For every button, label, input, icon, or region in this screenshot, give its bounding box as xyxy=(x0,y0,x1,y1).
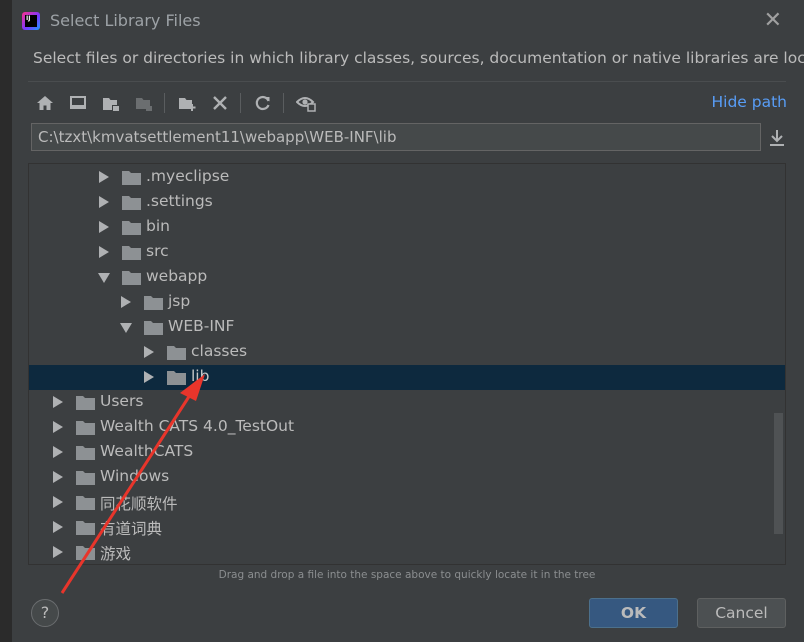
path-input[interactable]: C:\tzxt\kmvatsettlement11\webapp\WEB-INF… xyxy=(31,123,761,151)
folder-icon xyxy=(122,246,141,260)
tree-item-label: classes xyxy=(191,342,248,360)
tree-item[interactable]: classes xyxy=(29,340,785,365)
delete-icon[interactable] xyxy=(209,92,231,114)
background-window-strip xyxy=(0,0,12,642)
folder-icon xyxy=(122,221,141,235)
new-folder-icon[interactable] xyxy=(176,92,198,114)
home-icon[interactable] xyxy=(34,92,56,114)
tree-item[interactable]: .settings xyxy=(29,190,785,215)
toolbar-separator xyxy=(164,93,165,113)
show-hidden-icon[interactable] xyxy=(295,92,317,114)
tree-item[interactable]: WEB-INF xyxy=(29,315,785,340)
folder-icon xyxy=(76,446,95,460)
folder-icon xyxy=(76,396,95,410)
folder-icon xyxy=(122,171,141,185)
hide-path-link[interactable]: Hide path xyxy=(711,93,787,111)
drag-drop-hint: Drag and drop a file into the space abov… xyxy=(218,569,596,581)
tree-item-label: .myeclipse xyxy=(146,167,230,185)
tree-item-label: 游戏 xyxy=(100,545,132,563)
dialog-title: Select Library Files xyxy=(50,11,201,30)
tree-item[interactable]: 同花顺软件 xyxy=(29,490,785,515)
folder-icon xyxy=(122,271,141,285)
expand-right-icon[interactable] xyxy=(53,446,63,458)
refresh-icon[interactable] xyxy=(252,92,274,114)
folder-icon xyxy=(144,321,163,335)
title-bar: IJ Select Library Files ✕ xyxy=(12,0,804,44)
folder-icon xyxy=(122,196,141,210)
tree-item-label: WealthCATS xyxy=(100,442,194,460)
tree-item-label: bin xyxy=(146,217,170,235)
toolbar-separator xyxy=(240,93,241,113)
tree-item[interactable]: .myeclipse xyxy=(29,165,785,190)
expand-right-icon[interactable] xyxy=(99,171,109,183)
tree-item-label: 有道词典 xyxy=(100,520,163,538)
download-icon[interactable] xyxy=(766,127,788,149)
expand-right-icon[interactable] xyxy=(53,421,63,433)
expand-right-icon[interactable] xyxy=(53,396,63,408)
expand-right-icon[interactable] xyxy=(99,246,109,258)
expand-right-icon[interactable] xyxy=(53,496,63,508)
expand-right-icon[interactable] xyxy=(144,346,154,358)
tree-item[interactable]: WealthCATS xyxy=(29,440,785,465)
tree-item[interactable]: lib xyxy=(29,365,785,390)
desktop-icon[interactable] xyxy=(67,92,89,114)
tree-item[interactable]: Users xyxy=(29,390,785,415)
tree-item[interactable]: Wealth CATS 4.0_TestOut xyxy=(29,415,785,440)
expand-right-icon[interactable] xyxy=(53,471,63,483)
project-folder-icon[interactable] xyxy=(100,92,122,114)
tree-item-label: .settings xyxy=(146,192,213,210)
tree-item[interactable]: webapp xyxy=(29,265,785,290)
expand-right-icon[interactable] xyxy=(144,371,154,383)
tree-item[interactable]: 有道词典 xyxy=(29,515,785,540)
expand-right-icon[interactable] xyxy=(53,546,63,558)
folder-icon xyxy=(76,546,95,560)
intellij-app-icon: IJ xyxy=(22,12,40,30)
tree-item-label: WEB-INF xyxy=(168,317,235,335)
select-library-files-dialog: IJ Select Library Files ✕ Select files o… xyxy=(0,0,804,642)
tree-item-label: src xyxy=(146,242,169,260)
tree-item-label: jsp xyxy=(168,292,191,310)
ok-button[interactable]: OK xyxy=(589,598,678,628)
folder-icon xyxy=(76,471,95,485)
folder-icon xyxy=(76,521,95,535)
tree-item[interactable]: bin xyxy=(29,215,785,240)
tree-item-label: webapp xyxy=(146,267,208,285)
dialog-description: Select files or directories in which lib… xyxy=(33,49,804,67)
tree-scrollbar[interactable] xyxy=(774,413,783,534)
app-icon-text: IJ xyxy=(25,15,37,27)
tree-item[interactable]: jsp xyxy=(29,290,785,315)
tree-item-label: Windows xyxy=(100,467,170,485)
toolbar xyxy=(34,90,328,116)
toolbar-separator xyxy=(283,93,284,113)
expand-right-icon[interactable] xyxy=(99,196,109,208)
folder-icon xyxy=(76,421,95,435)
divider xyxy=(28,81,786,82)
expand-right-icon[interactable] xyxy=(121,296,131,308)
tree-item-label: lib xyxy=(191,367,210,385)
tree-item[interactable]: src xyxy=(29,240,785,265)
expand-down-icon[interactable] xyxy=(120,323,132,333)
folder-icon xyxy=(167,346,186,360)
cancel-button[interactable]: Cancel xyxy=(697,598,786,628)
file-tree[interactable]: .myeclipse .settings bin src webapp jsp WEB-IN… xyxy=(28,163,786,565)
expand-down-icon[interactable] xyxy=(98,273,110,283)
tree-item-label: 同花顺软件 xyxy=(100,495,178,513)
tree-item-label: Wealth CATS 4.0_TestOut xyxy=(100,417,295,435)
close-icon[interactable]: ✕ xyxy=(764,9,782,33)
tree-item-label: Users xyxy=(100,392,144,410)
folder-icon xyxy=(76,496,95,510)
folder-icon xyxy=(167,371,186,385)
tree-item[interactable]: 游戏 xyxy=(29,540,785,564)
help-button[interactable]: ? xyxy=(31,599,59,627)
tree-item[interactable]: Windows xyxy=(29,465,785,490)
folder-icon xyxy=(144,296,163,310)
expand-right-icon[interactable] xyxy=(53,521,63,533)
expand-right-icon[interactable] xyxy=(99,221,109,233)
module-folder-icon[interactable] xyxy=(133,92,155,114)
